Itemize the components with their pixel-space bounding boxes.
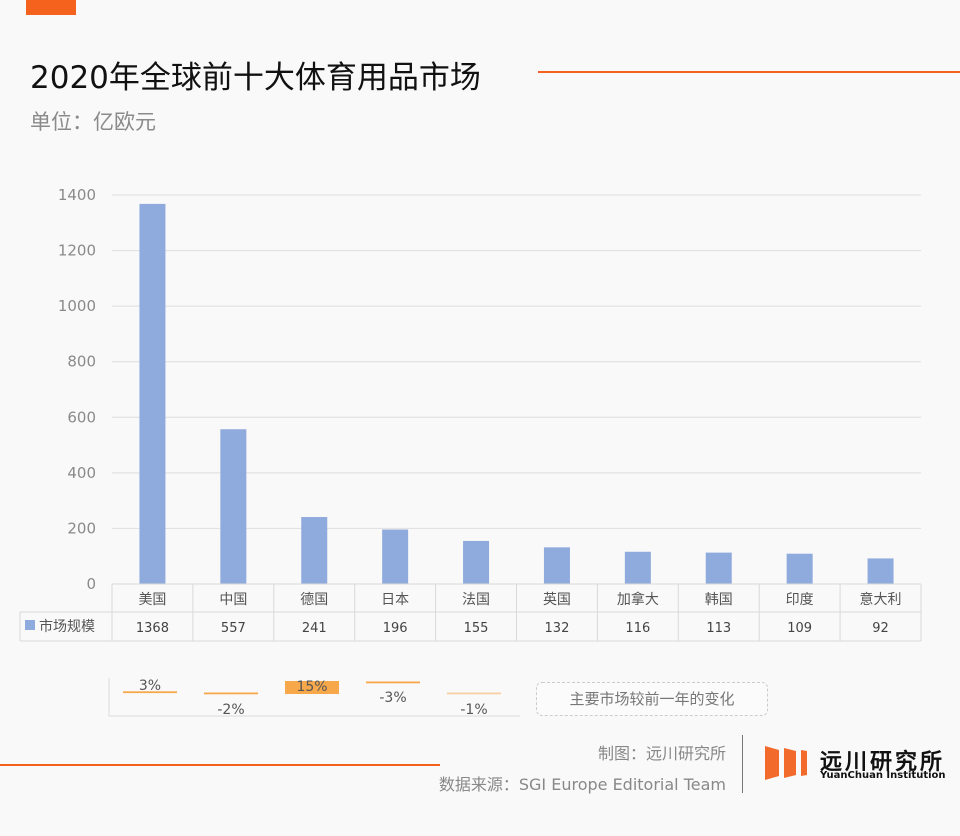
change-label: -3%	[379, 690, 406, 706]
data-label: 132	[545, 621, 570, 636]
credit-text: 制图：远川研究所	[597, 744, 726, 763]
y-tick-label: 0	[86, 575, 96, 593]
bar-chart: 0 200 400 600 800 1000 1200 1400 美国 1368 中国 557 德国 24…	[19, 186, 922, 718]
change-bar	[447, 692, 501, 695]
x-category-label: 意大利	[860, 591, 902, 608]
source-text: 数据来源：SGI Europe Editorial Team	[438, 775, 726, 794]
change-label: 15%	[296, 679, 327, 695]
bar	[786, 553, 813, 584]
x-category-label: 英国	[543, 591, 571, 608]
legend-label: 市场规模	[39, 618, 95, 635]
y-tick-label: 1000	[58, 297, 96, 315]
bar	[463, 540, 490, 584]
data-label: 155	[464, 621, 489, 636]
footer-accent-line	[0, 764, 440, 766]
y-tick-label: 1200	[58, 242, 96, 260]
data-label: 241	[302, 621, 327, 636]
bar	[543, 547, 570, 584]
x-category-label: 日本	[381, 592, 409, 608]
bar	[867, 558, 894, 584]
x-category-label: 印度	[786, 592, 814, 608]
change-bar	[366, 681, 420, 684]
y-tick-label: 600	[67, 408, 96, 426]
bar	[382, 529, 409, 584]
change-label: -2%	[217, 702, 244, 718]
y-tick-label: 200	[67, 519, 96, 537]
x-category-label: 加拿大	[617, 591, 659, 608]
data-label: 113	[706, 621, 731, 636]
change-label: 3%	[139, 678, 161, 694]
x-category-label: 德国	[300, 592, 328, 608]
x-category-label: 美国	[138, 592, 166, 608]
y-tick-label: 400	[67, 464, 96, 482]
change-bar	[204, 692, 258, 695]
change-legend-box: 主要市场较前一年的变化	[536, 682, 768, 716]
data-label: 557	[221, 621, 246, 636]
bar	[705, 552, 732, 584]
bar	[624, 551, 651, 584]
bar	[220, 429, 247, 584]
logo-english-name: YuanChuan Institution	[820, 770, 946, 781]
x-category-label: 法国	[462, 592, 490, 608]
logo-icon	[765, 746, 807, 780]
footer-divider	[742, 735, 743, 793]
data-label: 92	[872, 621, 889, 636]
bar	[301, 517, 328, 584]
change-label: -1%	[460, 702, 487, 718]
bar	[139, 203, 166, 585]
data-label: 116	[625, 621, 650, 636]
x-category-label: 韩国	[705, 592, 733, 608]
y-tick-label: 800	[67, 353, 96, 371]
legend-swatch	[25, 620, 35, 630]
data-label: 196	[383, 621, 408, 636]
data-label: 109	[787, 621, 812, 636]
x-category-label: 中国	[219, 592, 247, 608]
data-label: 1368	[136, 621, 169, 636]
y-tick-label: 1400	[58, 186, 96, 204]
